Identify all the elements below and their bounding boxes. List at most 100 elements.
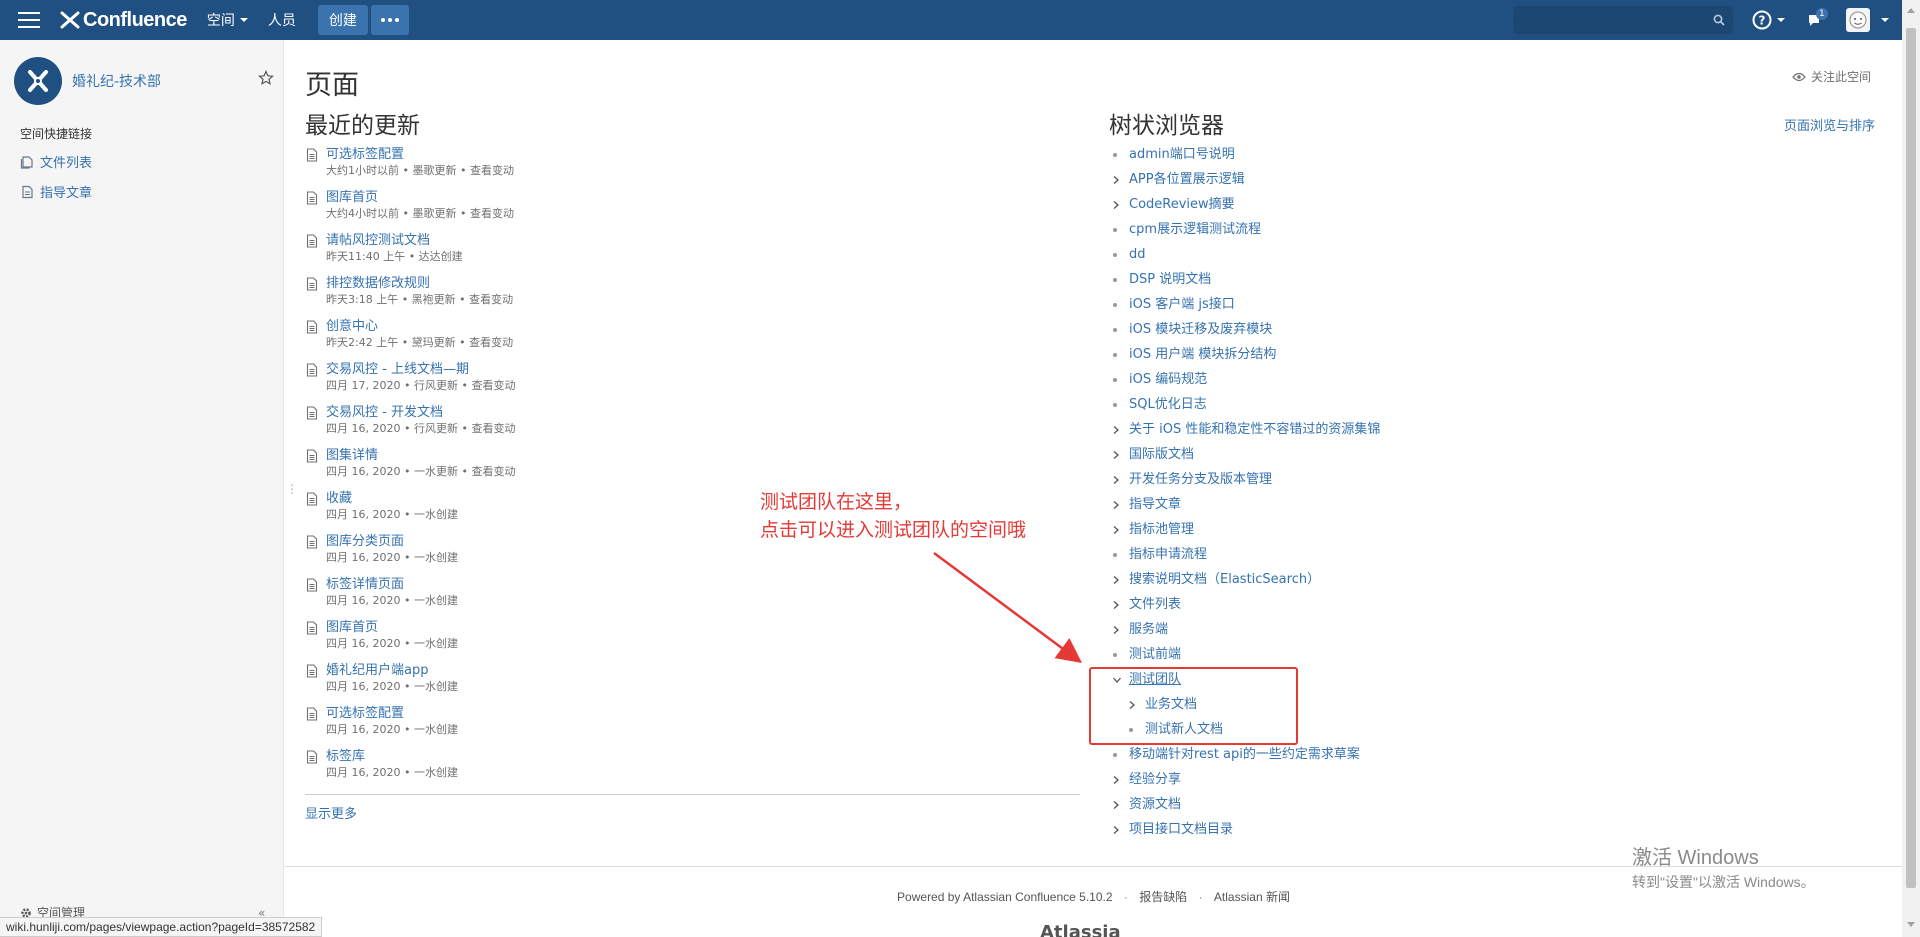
recent-update-title-link[interactable]: 标签详情页面 bbox=[326, 576, 1081, 593]
tree-item[interactable]: APP各位置展示逻辑 bbox=[1110, 170, 1530, 195]
annotation-line: 测试团队在这里， bbox=[760, 491, 913, 513]
recent-update-title-link[interactable]: 创意中心 bbox=[326, 318, 1081, 335]
tree-item[interactable]: 服务端 bbox=[1110, 620, 1530, 645]
ellipsis-icon bbox=[380, 18, 385, 22]
page-icon bbox=[306, 363, 318, 377]
user-avatar[interactable] bbox=[1846, 8, 1870, 32]
chevron-right-icon[interactable] bbox=[1112, 800, 1120, 810]
bullet-icon bbox=[1113, 553, 1117, 557]
recent-update-title-link[interactable]: 图库首页 bbox=[326, 189, 1081, 206]
recent-update-title-link[interactable]: 可选标签配置 bbox=[326, 705, 1081, 722]
recent-update-title-link[interactable]: 交易风控 - 上线文档—期 bbox=[326, 361, 1081, 378]
annotation-highlight-box bbox=[1089, 667, 1298, 745]
chevron-right-icon[interactable] bbox=[1112, 600, 1120, 610]
tree-item[interactable]: 指导文章 bbox=[1110, 495, 1530, 520]
tree-item[interactable]: iOS 模块迁移及废弃模块 bbox=[1110, 320, 1530, 345]
tree-item[interactable]: 开发任务分支及版本管理 bbox=[1110, 470, 1530, 495]
tree-browser-heading: 树状浏览器 bbox=[1109, 113, 1224, 139]
sidebar-item-guide-articles[interactable]: 指导文章 bbox=[20, 182, 92, 201]
page-icon bbox=[306, 750, 318, 764]
bullet-icon bbox=[1113, 403, 1117, 407]
tree-item-label: DSP 说明文档 bbox=[1129, 272, 1212, 287]
scrollbar-thumb[interactable] bbox=[1906, 28, 1916, 888]
recent-update-title-link[interactable]: 婚礼纪用户端app bbox=[326, 662, 1081, 679]
eye-icon bbox=[1792, 72, 1806, 81]
menu-icon[interactable] bbox=[18, 12, 40, 28]
tree-item[interactable]: iOS 用户端 模块拆分结构 bbox=[1110, 345, 1530, 370]
recent-update-title-link[interactable]: 图集详情 bbox=[326, 447, 1081, 464]
sidebar-resize-handle[interactable]: ⋮ bbox=[286, 482, 298, 496]
nav-people-link[interactable]: 人员 bbox=[268, 10, 296, 30]
svg-text:?: ? bbox=[1759, 14, 1766, 28]
create-button[interactable]: 创建 bbox=[317, 5, 368, 35]
annotation-line: 点击可以进入测试团队的空间哦 bbox=[760, 519, 1027, 541]
notification-count-badge: 1 bbox=[1816, 8, 1828, 20]
chevron-right-icon[interactable] bbox=[1112, 475, 1120, 485]
recent-update-title-link[interactable]: 标签库 bbox=[326, 748, 1081, 765]
star-icon[interactable] bbox=[258, 70, 274, 86]
page-scrollbar[interactable] bbox=[1902, 0, 1920, 937]
chevron-right-icon[interactable] bbox=[1112, 450, 1120, 460]
tree-item[interactable]: 关于 iOS 性能和稳定性不容错过的资源集锦 bbox=[1110, 420, 1530, 445]
tree-item[interactable]: iOS 编码规范 bbox=[1110, 370, 1530, 395]
recent-update-title-link[interactable]: 排控数据修改规则 bbox=[326, 275, 1081, 292]
scroll-up-icon[interactable] bbox=[1907, 8, 1915, 13]
tree-item[interactable]: iOS 客户端 js接口 bbox=[1110, 295, 1530, 320]
page-icon bbox=[306, 578, 318, 592]
confluence-logo[interactable]: Confluence bbox=[60, 9, 187, 32]
sidebar-item-file-list[interactable]: 文件列表 bbox=[20, 152, 92, 171]
chevron-right-icon[interactable] bbox=[1112, 425, 1120, 435]
recent-update-title-link[interactable]: 可选标签配置 bbox=[326, 146, 1081, 163]
space-name-link[interactable]: 婚礼纪-技术部 bbox=[72, 71, 161, 91]
scroll-down-icon[interactable] bbox=[1907, 922, 1915, 927]
page-browse-sort-link[interactable]: 页面浏览与排序 bbox=[1784, 115, 1875, 134]
recent-update-title-link[interactable]: 图库首页 bbox=[326, 619, 1081, 636]
chevron-right-icon[interactable] bbox=[1112, 525, 1120, 535]
chevron-down-icon[interactable] bbox=[1881, 18, 1889, 22]
nav-spaces-menu[interactable]: 空间 bbox=[207, 10, 248, 30]
recent-update-meta: 大约1小时以前 • 墨歌更新 • 查看变动 bbox=[326, 164, 514, 177]
space-avatar[interactable] bbox=[14, 57, 62, 105]
report-bug-link[interactable]: 报告缺陷 bbox=[1139, 890, 1187, 904]
recent-update-title-link[interactable]: 请帖风控测试文档 bbox=[326, 232, 1081, 249]
chevron-right-icon[interactable] bbox=[1112, 575, 1120, 585]
page-icon bbox=[306, 277, 318, 291]
create-more-button[interactable] bbox=[370, 5, 409, 35]
chevron-right-icon[interactable] bbox=[1112, 825, 1120, 835]
recent-update-title-link[interactable]: 交易风控 - 开发文档 bbox=[326, 404, 1081, 421]
show-more-link[interactable]: 显示更多 bbox=[305, 803, 357, 822]
tree-item[interactable]: 项目接口文档目录 bbox=[1110, 820, 1530, 845]
search-input[interactable] bbox=[1513, 6, 1733, 34]
tree-item[interactable]: 指标申请流程 bbox=[1110, 545, 1530, 570]
help-menu[interactable]: ? bbox=[1752, 10, 1785, 30]
chevron-right-icon[interactable] bbox=[1112, 175, 1120, 185]
tree-item[interactable]: 经验分享 bbox=[1110, 770, 1530, 795]
tree-item[interactable]: dd bbox=[1110, 245, 1530, 270]
tree-item[interactable]: CodeReview摘要 bbox=[1110, 195, 1530, 220]
atlassian-logo-text: Atlassian bbox=[1040, 922, 1120, 937]
tree-item[interactable]: cpm展示逻辑测试流程 bbox=[1110, 220, 1530, 245]
watch-space-button[interactable]: 关注此空间 bbox=[1792, 68, 1871, 85]
file-list-icon bbox=[20, 155, 33, 169]
atlassian-news-link[interactable]: Atlassian 新闻 bbox=[1214, 890, 1290, 904]
tree-item[interactable]: 国际版文档 bbox=[1110, 445, 1530, 470]
tree-item-label: SQL优化日志 bbox=[1129, 397, 1207, 412]
tree-item[interactable]: 资源文档 bbox=[1110, 795, 1530, 820]
chevron-right-icon[interactable] bbox=[1112, 200, 1120, 210]
tree-item[interactable]: SQL优化日志 bbox=[1110, 395, 1530, 420]
tree-item[interactable]: 文件列表 bbox=[1110, 595, 1530, 620]
tree-item-label: iOS 模块迁移及废弃模块 bbox=[1129, 322, 1273, 337]
bullet-icon bbox=[1113, 253, 1117, 257]
chevron-right-icon[interactable] bbox=[1112, 500, 1120, 510]
chevron-right-icon[interactable] bbox=[1112, 775, 1120, 785]
tree-item[interactable]: admin端口号说明 bbox=[1110, 145, 1530, 170]
tree-item[interactable]: 移动端针对rest api的一些约定需求草案 bbox=[1110, 745, 1530, 770]
tree-item[interactable]: 搜索说明文档（ElasticSearch） bbox=[1110, 570, 1530, 595]
chevron-right-icon[interactable] bbox=[1112, 625, 1120, 635]
recent-updates-heading: 最近的更新 bbox=[305, 113, 420, 139]
recent-update-meta: 四月 16, 2020 • 一水创建 bbox=[326, 680, 458, 693]
tree-item[interactable]: DSP 说明文档 bbox=[1110, 270, 1530, 295]
search-icon bbox=[1713, 14, 1725, 26]
tree-item[interactable]: 指标池管理 bbox=[1110, 520, 1530, 545]
nav-spaces-label: 空间 bbox=[206, 13, 235, 29]
